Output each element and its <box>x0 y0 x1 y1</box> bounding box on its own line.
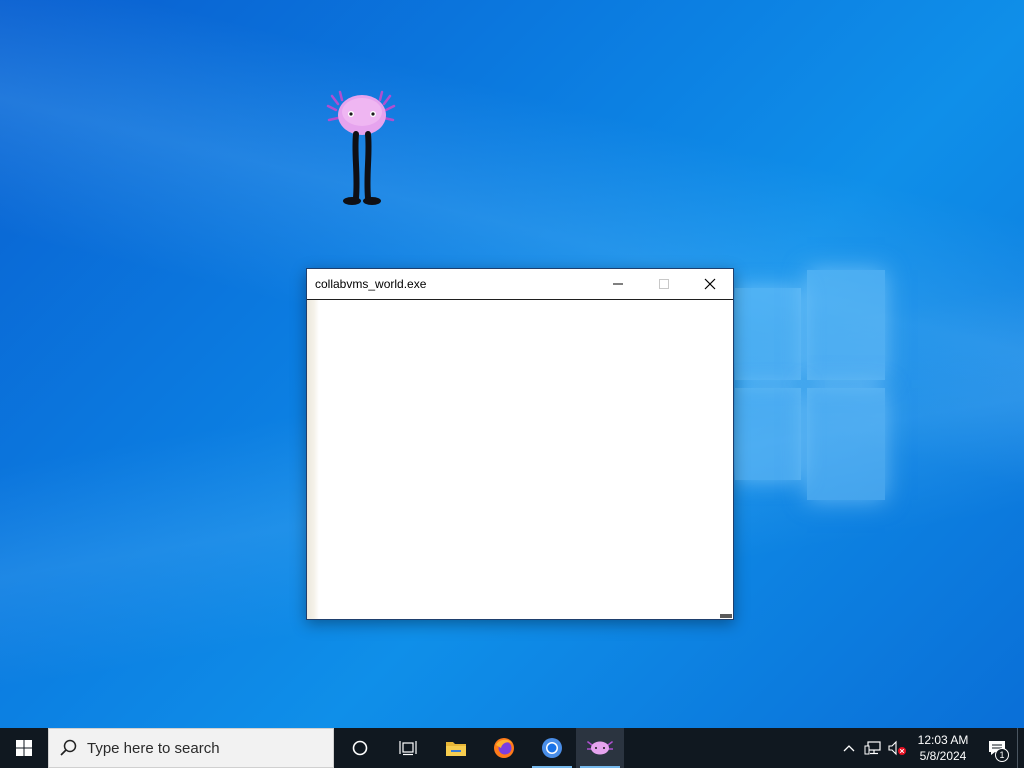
maximize-icon <box>659 279 669 289</box>
clock-time: 12:03 AM <box>917 733 969 747</box>
chevron-up-icon <box>843 745 855 752</box>
close-button[interactable] <box>687 269 733 299</box>
tray-overflow-button[interactable] <box>837 728 861 768</box>
file-explorer-button[interactable] <box>432 728 480 768</box>
taskbar: Type here to search 12:03 AM 5/8/2024 1 <box>0 728 1024 768</box>
file-explorer-icon <box>446 742 466 756</box>
close-icon <box>704 278 716 290</box>
window-controls <box>595 269 733 299</box>
axolotl-app-icon <box>587 741 613 755</box>
axolotl-icon[interactable] <box>326 88 398 208</box>
volume-button[interactable] <box>885 728 909 768</box>
axolotl-app-button[interactable] <box>576 728 624 768</box>
search-placeholder: Type here to search <box>87 739 220 757</box>
system-tray: 12:03 AM 5/8/2024 1 <box>837 728 1024 768</box>
window-titlebar[interactable]: collabvms_world.exe <box>307 269 733 300</box>
maximize-button[interactable] <box>641 269 687 299</box>
minimize-button[interactable] <box>595 269 641 299</box>
notification-count-badge: 1 <box>995 748 1009 762</box>
cortana-button[interactable] <box>336 728 384 768</box>
desktop: collabvms_world.exe <box>0 0 1024 728</box>
resize-grip[interactable] <box>720 614 732 618</box>
window-client-area[interactable] <box>307 300 733 619</box>
chrome-icon <box>542 738 562 758</box>
task-view-icon <box>399 741 417 756</box>
window-title: collabvms_world.exe <box>315 277 427 291</box>
task-view-button[interactable] <box>384 728 432 768</box>
taskbar-clock[interactable]: 12:03 AM 5/8/2024 <box>909 732 977 764</box>
chrome-button[interactable] <box>528 728 576 768</box>
network-button[interactable] <box>861 728 885 768</box>
firefox-button[interactable] <box>480 728 528 768</box>
network-icon <box>864 741 881 755</box>
volume-muted-icon <box>888 740 906 756</box>
start-button[interactable] <box>0 728 48 768</box>
client-edge <box>307 300 319 619</box>
windows-start-icon <box>16 740 32 756</box>
taskbar-search-box[interactable]: Type here to search <box>48 728 334 768</box>
cortana-icon <box>352 740 368 756</box>
app-window[interactable]: collabvms_world.exe <box>306 268 734 620</box>
search-icon <box>49 739 87 757</box>
show-desktop-button[interactable] <box>1017 728 1024 768</box>
clock-date: 5/8/2024 <box>919 749 967 763</box>
wallpaper-windows-logo <box>735 270 890 502</box>
action-center-button[interactable]: 1 <box>977 728 1017 768</box>
firefox-icon <box>494 738 514 758</box>
minimize-icon <box>613 283 623 285</box>
